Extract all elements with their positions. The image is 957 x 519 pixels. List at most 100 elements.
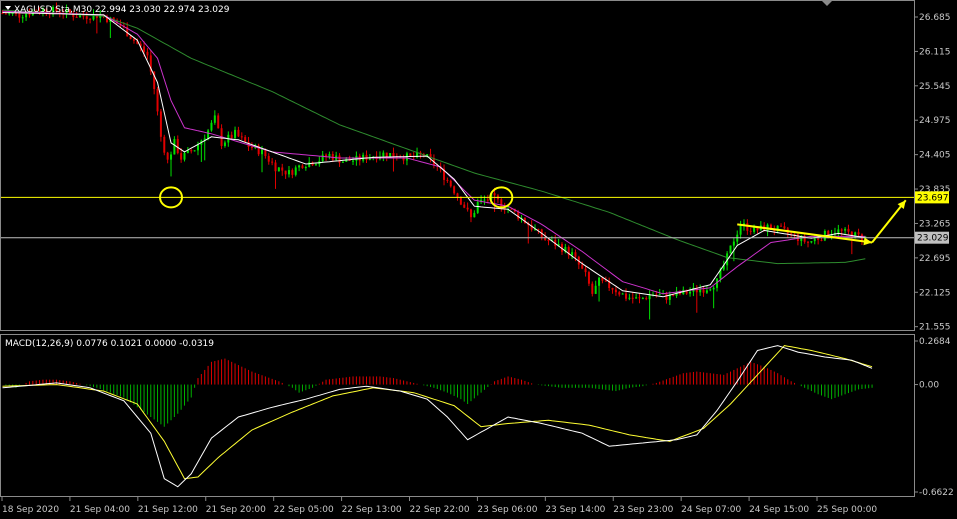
candle-body — [314, 164, 317, 166]
candle-body — [709, 289, 712, 291]
price-tag-label: 23.697 — [917, 193, 949, 203]
price-tick-label: 24.975 — [919, 116, 951, 126]
candle-body — [729, 245, 732, 254]
price-tick-label: 23.265 — [919, 219, 951, 229]
candle-body — [641, 298, 644, 300]
candle-body — [301, 165, 304, 169]
macd-tick-label: -0.6622 — [919, 488, 954, 498]
candle-body — [352, 160, 355, 162]
candle-body — [284, 170, 287, 175]
candle-body — [837, 229, 840, 233]
candle-body — [453, 186, 456, 194]
time-tick-label: 23 Sep 14:00 — [545, 505, 605, 515]
candle-body — [8, 13, 11, 15]
candle-body — [483, 199, 486, 201]
candle-body — [207, 130, 210, 139]
candle-body — [840, 229, 843, 231]
candle-body — [166, 152, 169, 160]
macd-tick-label: 0.00 — [919, 381, 939, 391]
candle-body — [446, 179, 449, 181]
candle-body — [631, 297, 634, 299]
candle-body — [658, 294, 661, 296]
candle-body — [132, 39, 135, 41]
candle-body — [382, 152, 385, 157]
candle-body — [844, 228, 847, 231]
candle-body — [365, 154, 368, 160]
candle-body — [409, 153, 412, 157]
price-tick-label: 25.545 — [919, 82, 951, 92]
candle-body — [193, 150, 196, 152]
time-tick-label: 22 Sep 05:00 — [274, 505, 334, 515]
candle-body — [611, 288, 614, 290]
candle-body — [281, 167, 284, 171]
candle-body — [274, 162, 277, 172]
candle-body — [712, 287, 715, 290]
candle-body — [547, 240, 550, 242]
candle-body — [159, 111, 162, 137]
candle-body — [163, 136, 166, 153]
candle-body — [217, 115, 220, 129]
candle-body — [635, 297, 638, 299]
candle-body — [267, 156, 270, 162]
candle-body — [261, 149, 264, 155]
candle-body — [176, 138, 179, 154]
candle-body — [328, 153, 331, 157]
time-tick-label: 24 Sep 15:00 — [749, 505, 809, 515]
candle-body — [813, 238, 816, 242]
candle-body — [89, 18, 92, 20]
candle-body — [739, 225, 742, 235]
candle-body — [817, 238, 820, 240]
candle-body — [584, 268, 587, 273]
candle-body — [385, 152, 388, 158]
candle-body — [190, 150, 193, 152]
candle-body — [793, 233, 796, 235]
candle-body — [699, 289, 702, 293]
price-tick-label: 26.115 — [919, 47, 951, 57]
candle-body — [810, 241, 813, 243]
time-tick-label: 25 Sep 00:00 — [817, 505, 877, 515]
candle-body — [645, 298, 648, 300]
trading-chart[interactable]: 26.68526.11525.54524.97524.40523.83523.2… — [0, 0, 957, 519]
candle-body — [732, 241, 735, 246]
candle-body — [753, 227, 756, 232]
candle-body — [587, 272, 590, 284]
candle-body — [847, 228, 850, 232]
candle-body — [459, 197, 462, 205]
candle-body — [82, 15, 85, 17]
time-tick-label: 22 Sep 13:00 — [342, 505, 402, 515]
candle-body — [614, 289, 617, 293]
candle-body — [271, 161, 274, 163]
time-tick-label: 23 Sep 06:00 — [477, 505, 537, 515]
candle-body — [857, 232, 860, 235]
candle-body — [746, 223, 749, 231]
candle-body — [223, 142, 226, 146]
time-tick-label: 22 Sep 22:00 — [410, 505, 470, 515]
candle-body — [638, 297, 641, 299]
price-tick-label: 22.125 — [919, 288, 951, 298]
candle-body — [449, 180, 452, 187]
candle-body — [392, 153, 395, 157]
candle-body — [240, 136, 243, 138]
candle-body — [780, 225, 783, 227]
candle-body — [338, 155, 341, 163]
candle-body — [196, 144, 199, 151]
candle-body — [156, 89, 159, 112]
candle-body — [850, 231, 853, 239]
candle-body — [230, 134, 233, 138]
candle-body — [621, 293, 624, 295]
candle-body — [146, 51, 149, 56]
candle-body — [625, 293, 628, 299]
candle-body — [689, 291, 692, 294]
candle-body — [75, 16, 78, 18]
candle-body — [210, 122, 213, 131]
candle-body — [702, 289, 705, 293]
symbol-header: XAGUSD.Sta,M30 22.994 23.030 22.974 23.0… — [14, 5, 230, 15]
time-tick-label: 24 Sep 07:00 — [681, 505, 741, 515]
candle-body — [469, 209, 472, 218]
candle-body — [854, 232, 857, 239]
candle-body — [493, 193, 496, 196]
candle-body — [456, 193, 459, 198]
time-tick-label: 18 Sep 2020 — [2, 505, 59, 515]
candle-body — [173, 138, 176, 155]
candle-body — [143, 46, 146, 52]
